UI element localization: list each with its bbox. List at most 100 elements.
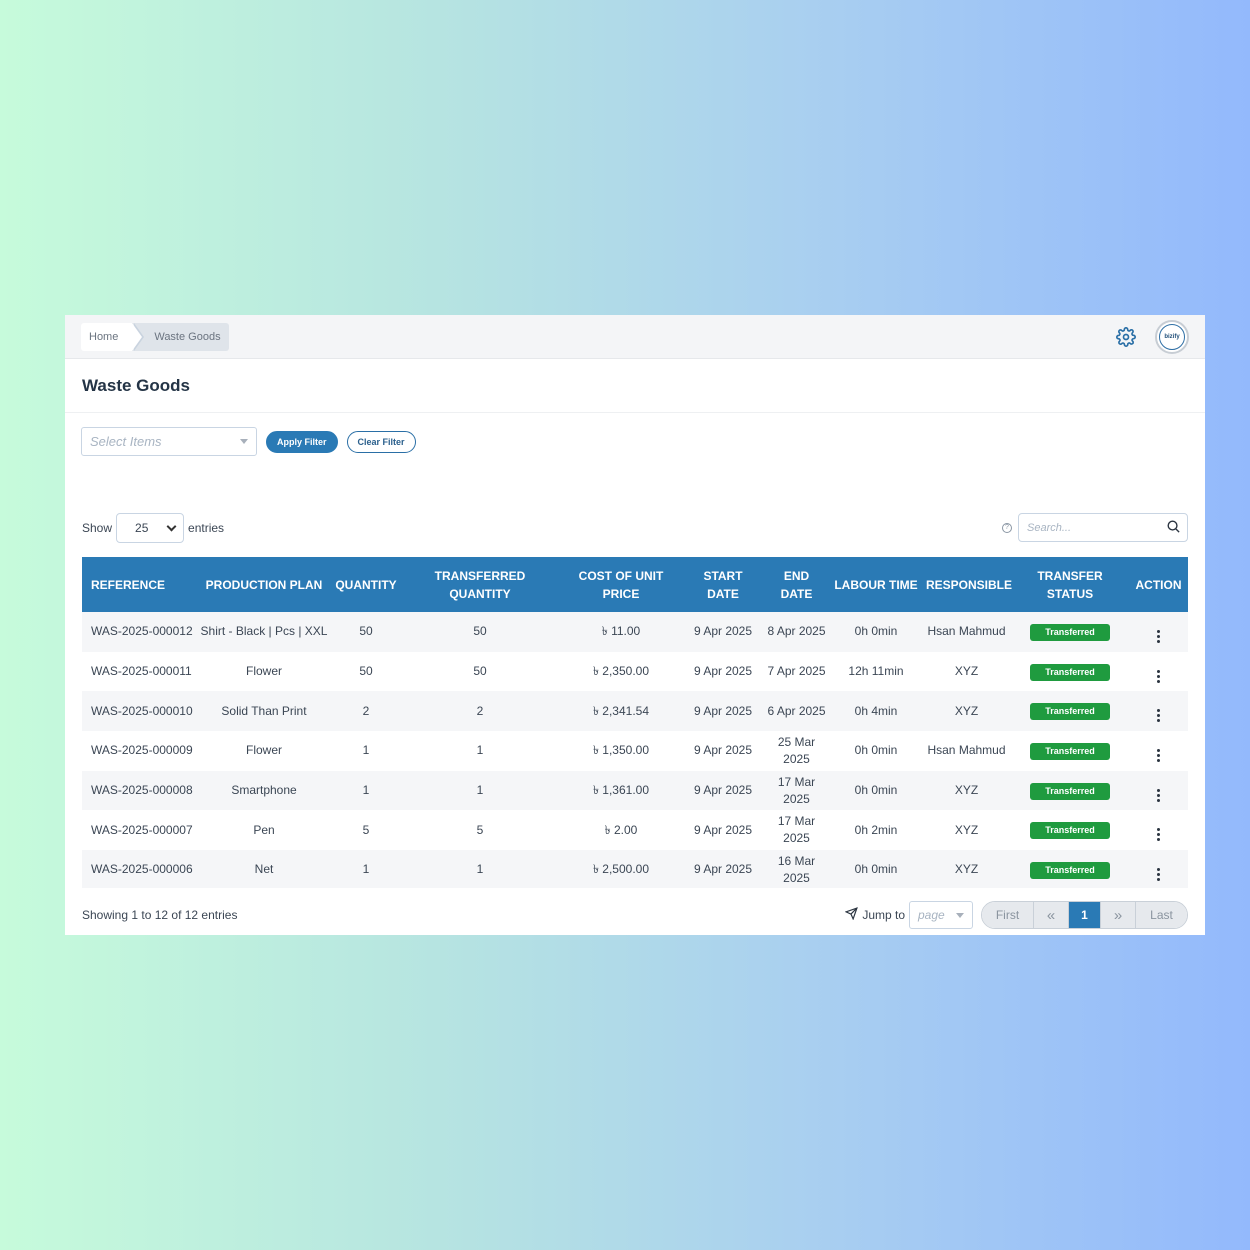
first-page-button[interactable]: First [982,902,1034,928]
breadcrumb-home[interactable]: Home [81,322,145,351]
column-header[interactable]: Reference [82,557,197,612]
column-header[interactable]: Cost of Unit Price [559,557,683,612]
quantity-cell: 50 [331,612,401,652]
production-plan-cell: Solid Than Print [197,691,331,732]
transfer-status-cell: Transferred [1011,770,1129,811]
chevron-down-icon [166,521,177,531]
labour-time-cell: 0h 0min [830,612,922,652]
column-header[interactable]: End Date [763,557,830,612]
apply-filter-button[interactable]: Apply Filter [266,430,338,453]
quantity-cell: 50 [331,651,401,692]
column-header[interactable]: Quantity [331,557,401,612]
more-options-icon[interactable] [1157,748,1160,762]
more-options-icon[interactable] [1157,669,1160,683]
column-header: Action [1129,557,1188,612]
action-cell [1129,850,1188,888]
kebab-dot [1157,669,1160,673]
search-icon[interactable] [1166,519,1181,537]
kebab-dot [1157,753,1160,757]
start-date-cell: 9 Apr 2025 [683,651,763,692]
production-plan-cell: Shirt - Black | Pcs | XXL [197,612,331,652]
select-items-dropdown[interactable]: Select Items [81,427,257,456]
kebab-dot [1157,877,1160,881]
jump-page-select[interactable]: page [909,901,973,929]
pagination: Jump to page First « 1 » Last [844,901,1188,929]
column-header[interactable]: Transferred Quantity [401,557,559,612]
search-input[interactable]: Search... [1018,513,1188,542]
gear-icon[interactable] [1115,326,1137,348]
last-page-button[interactable]: Last [1136,902,1187,928]
transferred-quantity-cell: 1 [401,731,559,771]
waste-goods-table: Reference Production Plan Quantity Trans… [82,557,1188,888]
current-page-button[interactable]: 1 [1069,902,1101,928]
transferred-quantity-cell: 2 [401,691,559,732]
kebab-dot [1157,872,1160,876]
kebab-dot [1157,714,1160,718]
caret-down-icon [956,912,964,918]
more-options-icon[interactable] [1157,828,1160,842]
reference-cell: WAS-2025-000011 [82,651,197,692]
kebab-dot [1157,748,1160,752]
kebab-dot [1157,798,1160,802]
responsible-cell: XYZ [922,691,1011,732]
help-icon[interactable]: ? [1002,522,1012,533]
production-plan-cell: Pen [197,810,331,851]
column-header[interactable]: Production Plan [197,557,331,612]
quantity-cell: 1 [331,770,401,811]
more-options-icon[interactable] [1157,788,1160,802]
quantity-cell: 2 [331,691,401,732]
reference-cell: WAS-2025-000012 [82,612,197,652]
table-row: WAS-2025-000007 Pen 5 5 ৳ 2.00 9 Apr 2025 17 M… [82,810,1188,851]
kebab-dot [1157,629,1160,633]
next-page-button[interactable]: » [1101,902,1136,928]
cost-cell: ৳ 1,361.00 [559,770,683,811]
page-length-select[interactable]: 25 [116,513,185,543]
more-options-icon[interactable] [1157,629,1160,643]
column-header[interactable]: Labour Time [830,557,922,612]
kebab-dot [1157,833,1160,837]
more-options-icon[interactable] [1157,867,1160,881]
responsible-cell: XYZ [922,651,1011,692]
cost-cell: ৳ 2.00 [559,810,683,851]
transfer-status-cell: Transferred [1011,691,1129,732]
caret-down-icon [240,439,248,444]
column-header[interactable]: Start Date [683,557,763,612]
action-cell [1129,770,1188,811]
kebab-dot [1157,634,1160,638]
transferred-quantity-cell: 5 [401,810,559,851]
clear-filter-button[interactable]: Clear Filter [346,430,416,453]
quantity-cell: 1 [331,731,401,771]
cost-cell: ৳ 2,500.00 [559,850,683,888]
avatar[interactable]: bizify [1155,320,1189,354]
show-label: Show [82,521,113,535]
jump-to: Jump to [844,907,905,923]
more-options-icon[interactable] [1157,709,1160,723]
filter-row: Select Items Apply Filter Clear Filter [81,427,416,456]
production-plan-cell: Smartphone [197,770,331,811]
table-row: WAS-2025-000011 Flower 50 50 ৳ 2,350.00 9 Apr… [82,651,1188,692]
action-cell [1129,810,1188,851]
end-date-cell: 17 Mar 2025 [763,770,830,811]
search-placeholder: Search... [1027,521,1072,534]
table-row: WAS-2025-000008 Smartphone 1 1 ৳ 1,361.00 9 A… [82,770,1188,811]
quantity-cell: 1 [331,850,401,888]
cost-cell: ৳ 2,350.00 [559,651,683,692]
status-badge: Transferred [1030,703,1110,721]
status-badge: Transferred [1030,822,1110,840]
transferred-quantity-cell: 50 [401,651,559,692]
reference-cell: WAS-2025-000007 [82,810,197,851]
column-header[interactable]: Responsible [922,557,1012,612]
end-date-cell: 16 Mar 2025 [763,850,830,888]
reference-cell: WAS-2025-000010 [82,691,197,732]
responsible-cell: XYZ [922,850,1011,888]
table-info: Showing 1 to 12 of 12 entries [82,908,238,922]
reference-cell: WAS-2025-000009 [82,731,197,771]
table-row: WAS-2025-000012 Shirt - Black | Pcs | XXL… [82,612,1188,652]
start-date-cell: 9 Apr 2025 [683,731,763,771]
column-header[interactable]: Transfer Status [1011,557,1129,612]
action-cell [1129,612,1188,652]
data-table-container: Reference Production Plan Quantity Trans… [82,557,1188,888]
previous-page-button[interactable]: « [1034,902,1069,928]
start-date-cell: 9 Apr 2025 [683,810,763,851]
start-date-cell: 9 Apr 2025 [683,850,763,888]
